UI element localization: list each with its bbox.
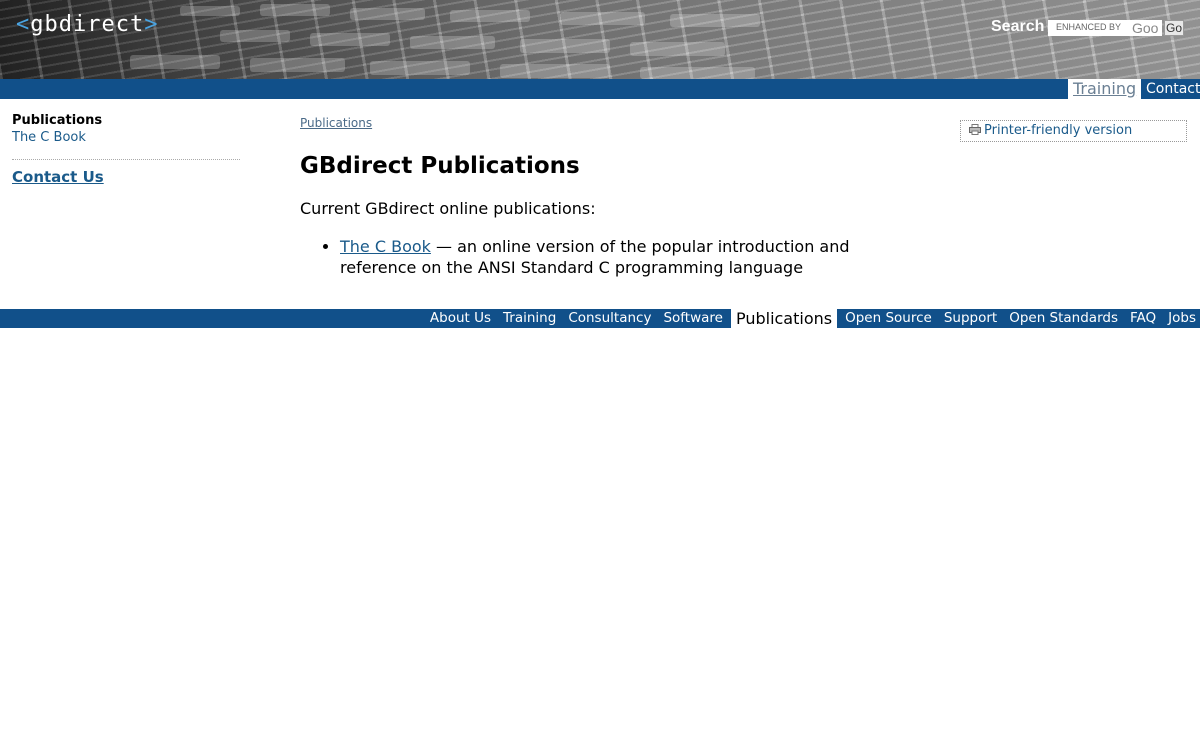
publications-list: The C Book — an online version of the po… xyxy=(300,236,900,278)
printer-friendly-link[interactable]: Printer-friendly version xyxy=(960,120,1187,142)
go-button[interactable]: Go xyxy=(1164,20,1184,36)
footer-nav-faq[interactable]: FAQ xyxy=(1126,309,1160,328)
breadcrumb-publications[interactable]: Publications xyxy=(300,116,372,130)
footer-nav-jobs[interactable]: Jobs xyxy=(1164,309,1200,328)
gbdirect-logo[interactable]: <gbdirect> xyxy=(16,12,158,37)
printer-icon xyxy=(969,124,981,135)
top-nav-contact[interactable]: Contact xyxy=(1146,79,1200,99)
logo-bracket-open: < xyxy=(16,12,31,37)
sidebar-divider xyxy=(12,159,240,160)
logo-bracket-close: > xyxy=(144,12,159,37)
footer-nav-support[interactable]: Support xyxy=(940,309,1001,328)
sidebar: Publications The C Book Contact Us xyxy=(12,113,240,186)
site-header: <gbdirect> Search ENHANCED BY Goo Go xyxy=(0,0,1200,79)
publication-link-the-c-book[interactable]: The C Book xyxy=(340,237,431,256)
top-nav-bar: Training Contact xyxy=(0,79,1200,99)
search-label: Search xyxy=(991,18,1045,35)
page-title: GBdirect Publications xyxy=(300,153,580,179)
sidebar-contact-us[interactable]: Contact Us xyxy=(12,168,104,186)
intro-text: Current GBdirect online publications: xyxy=(300,199,596,218)
footer-nav-software[interactable]: Software xyxy=(659,309,727,328)
footer-nav-publications[interactable]: Publications xyxy=(730,309,838,328)
footer-nav-about-us[interactable]: About Us xyxy=(426,309,495,328)
top-nav-training[interactable]: Training xyxy=(1068,79,1142,99)
sidebar-item-the-c-book[interactable]: The C Book xyxy=(12,129,240,147)
footer-nav-open-standards[interactable]: Open Standards xyxy=(1005,309,1122,328)
search-placeholder: ENHANCED BY xyxy=(1056,22,1122,32)
list-item: The C Book — an online version of the po… xyxy=(340,236,900,278)
footer-nav-open-source[interactable]: Open Source xyxy=(841,309,936,328)
footer-nav: About Us Training Consultancy Software P… xyxy=(422,309,1200,328)
footer-nav-training[interactable]: Training xyxy=(499,309,560,328)
logo-text: gbdirect xyxy=(30,12,145,37)
sidebar-section-title: Publications xyxy=(12,113,103,128)
footer-nav-bar: About Us Training Consultancy Software P… xyxy=(0,309,1200,328)
google-brand-text: Goo xyxy=(1132,20,1159,36)
keyboard-banner-image xyxy=(130,4,760,79)
search-input[interactable]: ENHANCED BY Goo xyxy=(1048,20,1162,36)
printer-friendly-label: Printer-friendly version xyxy=(984,123,1133,138)
footer-nav-consultancy[interactable]: Consultancy xyxy=(564,309,655,328)
